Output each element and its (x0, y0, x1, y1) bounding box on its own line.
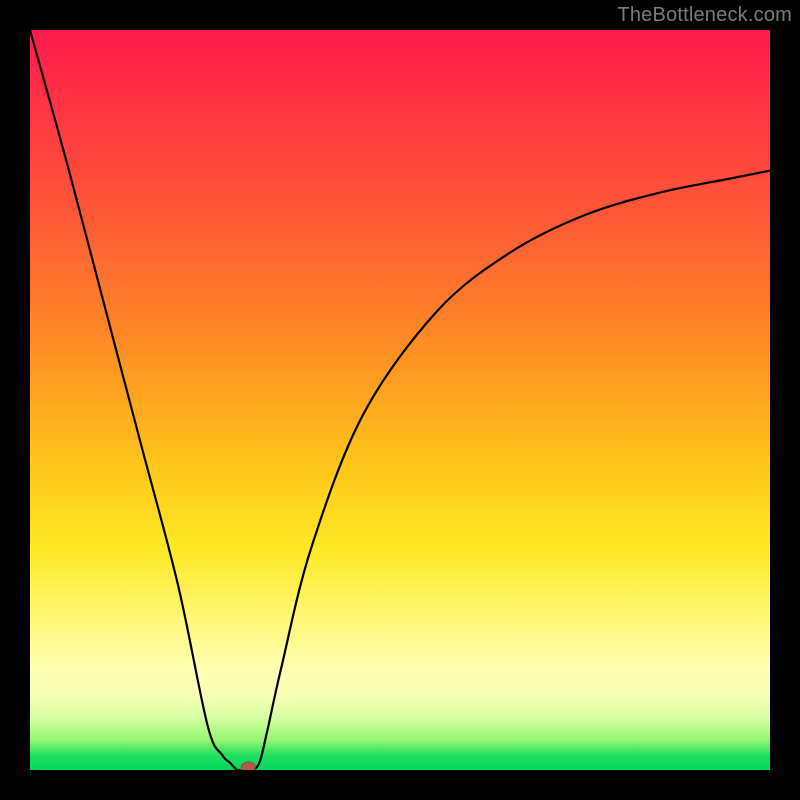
curve-layer (30, 30, 770, 770)
optimal-point-marker (241, 762, 255, 770)
plot-area (30, 30, 770, 770)
bottleneck-curve (30, 30, 770, 770)
watermark-text: TheBottleneck.com (617, 4, 792, 27)
chart-frame: TheBottleneck.com (0, 0, 800, 800)
